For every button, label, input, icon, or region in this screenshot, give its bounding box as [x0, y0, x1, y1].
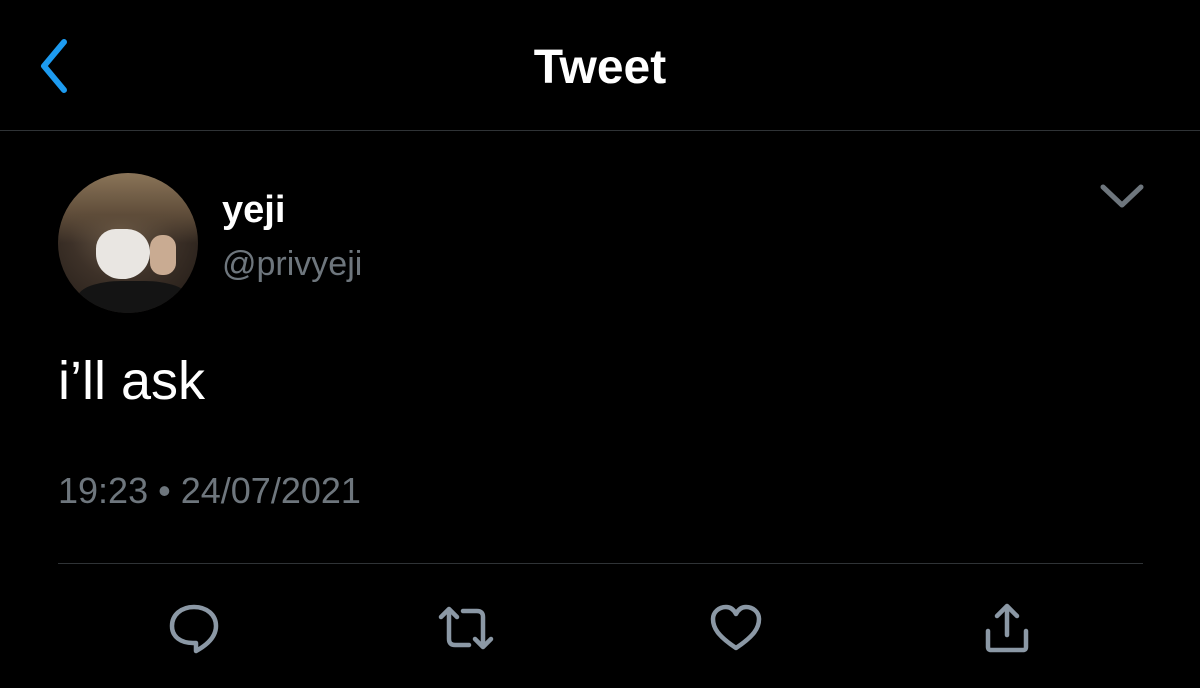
avatar[interactable] — [58, 173, 198, 313]
tweet-text: i’ll ask — [58, 351, 206, 411]
speech-bubble-icon — [169, 604, 219, 654]
author-display-name[interactable]: yeji — [222, 188, 285, 232]
retweet-icon — [438, 606, 494, 650]
tweet-time: 19:23 — [58, 470, 149, 511]
retweet-button[interactable] — [436, 598, 496, 658]
divider — [58, 563, 1143, 564]
reply-button[interactable] — [164, 598, 224, 658]
page-title: Tweet — [533, 41, 667, 94]
tweet-menu-button[interactable] — [1094, 176, 1150, 216]
share-icon — [985, 603, 1029, 653]
tweet-screen: Tweet yeji @privyeji i’ll ask 19:23 • 24… — [0, 0, 1200, 688]
chevron-down-icon — [1100, 184, 1144, 208]
tweet-date: 24/07/2021 — [180, 470, 361, 511]
author-handle[interactable]: @privyeji — [222, 244, 362, 284]
share-button[interactable] — [977, 598, 1037, 658]
tweet-timestamp[interactable]: 19:23 • 24/07/2021 — [58, 470, 361, 512]
top-nav-bar: Tweet — [0, 0, 1200, 131]
timestamp-separator: • — [158, 470, 171, 511]
heart-icon — [710, 604, 762, 651]
like-button[interactable] — [706, 598, 766, 658]
